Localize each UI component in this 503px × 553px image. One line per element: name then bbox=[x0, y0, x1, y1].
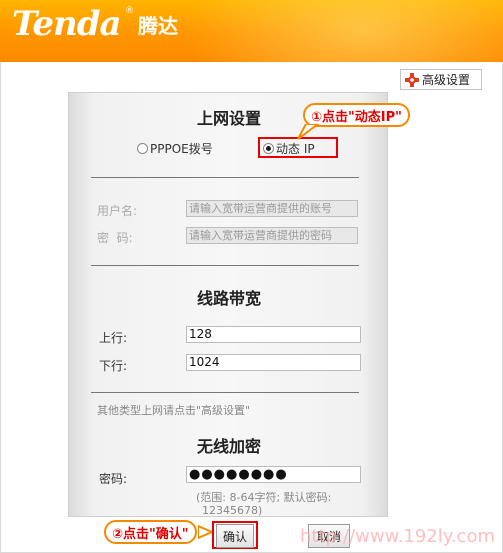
password-input[interactable]: 请输入宽带运营商提供的密码 bbox=[186, 227, 358, 244]
advanced-hint: 其他类型上网请点击"高级设置" bbox=[97, 404, 251, 417]
advanced-settings-label: 高级设置 bbox=[422, 73, 471, 87]
callout-confirm: ②点击"确认" bbox=[104, 520, 197, 544]
username-input[interactable]: 请输入宽带运营商提供的账号 bbox=[186, 200, 358, 217]
download-input[interactable]: 1024 bbox=[186, 354, 361, 371]
wifi-password-input[interactable]: ●●●●●●●● bbox=[186, 466, 361, 483]
divider-2 bbox=[91, 265, 359, 266]
registered-mark: ® bbox=[125, 6, 134, 16]
wifi-password-hint-1: (范围: 8-64字符; 默认密码: bbox=[196, 491, 332, 504]
wireless-title: 无线加密 bbox=[196, 437, 261, 456]
divider-1 bbox=[91, 177, 359, 178]
password-label: 密 码: bbox=[97, 231, 133, 245]
advanced-settings-button[interactable]: 高级设置 bbox=[400, 69, 482, 90]
bandwidth-title: 线路带宽 bbox=[196, 289, 261, 308]
settings-panel: 上网设置 PPPOE拨号 动态 IP 用户名: 请输入宽带运营商提供的账号 密 … bbox=[68, 92, 388, 517]
divider-3 bbox=[91, 392, 359, 393]
download-label: 下行: bbox=[99, 359, 128, 373]
radio-pppoe-label: PPPOE拨号 bbox=[150, 142, 213, 156]
brand-logo: Tenda bbox=[12, 4, 122, 44]
header-banner: Tenda ® 腾达 bbox=[0, 0, 503, 62]
wifi-password-label: 密码: bbox=[99, 472, 128, 486]
radio-pppoe[interactable]: PPPOE拨号 bbox=[137, 140, 213, 157]
radio-pppoe-dot[interactable] bbox=[137, 143, 148, 154]
watermark: http://www.192ly.com bbox=[300, 526, 495, 547]
username-label: 用户名: bbox=[97, 204, 138, 218]
dynamic-ip-highlight bbox=[258, 137, 338, 158]
upload-input[interactable]: 128 bbox=[186, 326, 361, 343]
brand-logo-cn: 腾达 bbox=[138, 14, 178, 38]
confirm-button[interactable]: 确认 bbox=[216, 524, 254, 548]
gear-icon bbox=[405, 72, 419, 87]
wifi-password-hint-2: 12345678) bbox=[202, 504, 263, 517]
callout-dynamic-ip-pointer bbox=[297, 124, 320, 140]
header-glow bbox=[183, 0, 503, 62]
callout-confirm-text: ②点击"确认" bbox=[112, 526, 189, 542]
callout-dynamic-ip-text: ①点击"动态IP" bbox=[311, 109, 402, 125]
upload-label: 上行: bbox=[99, 331, 128, 345]
